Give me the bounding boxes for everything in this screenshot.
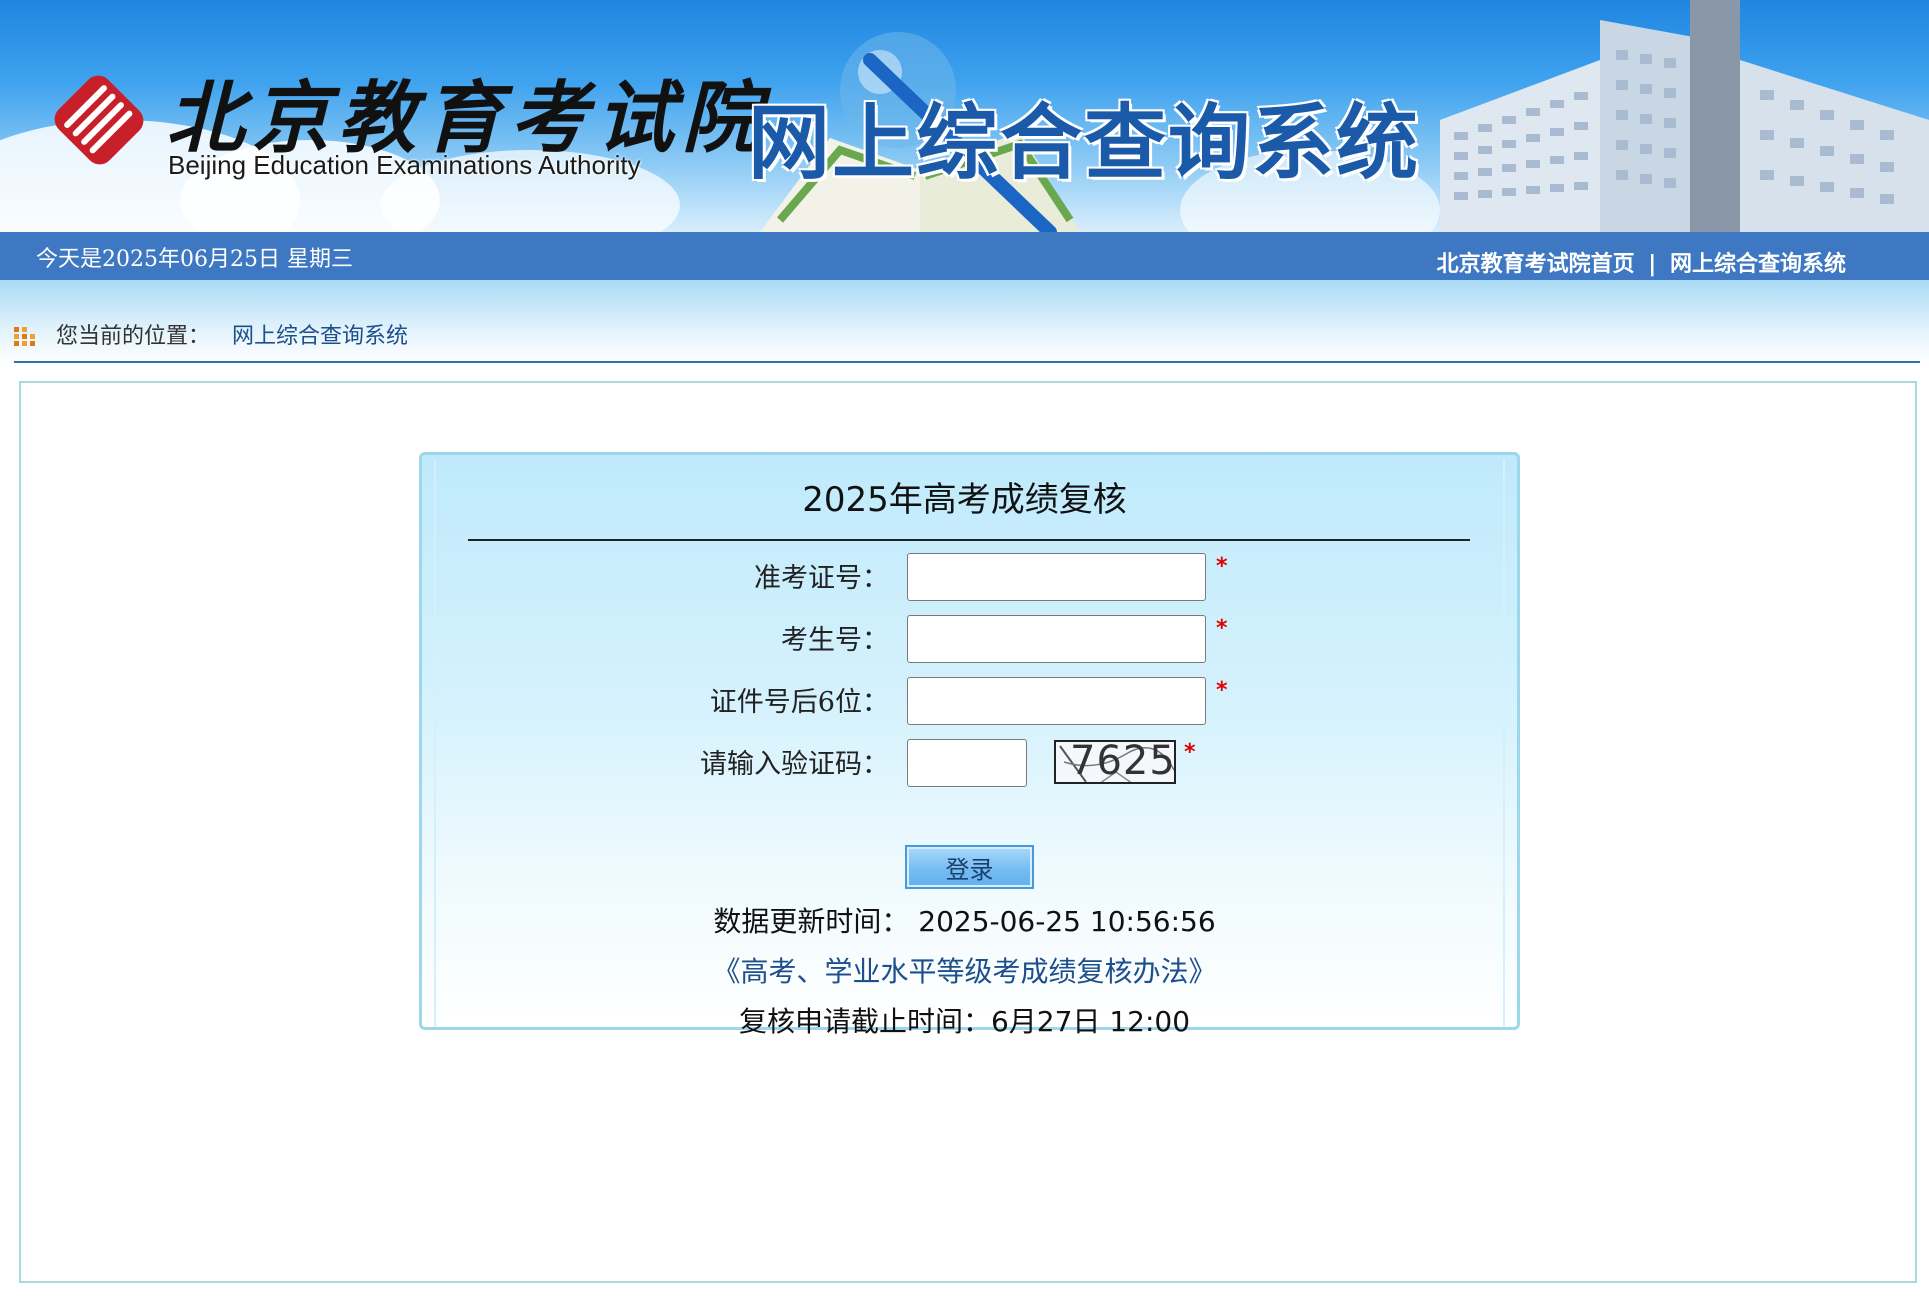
id-last6-label: 证件号后6位： [709,687,889,718]
breadcrumb-label: 您当前的位置： [56,324,211,349]
required-marker: * [1184,740,1196,765]
captcha-image[interactable]: 7625 [1054,740,1176,784]
admission-ticket-input[interactable] [907,553,1206,601]
policy-link[interactable]: 《高考、学业水平等级考成绩复核办法》 [0,950,1929,990]
breadcrumb: 您当前的位置： 网上综合查询系统 [0,280,1929,364]
captcha-input[interactable] [907,739,1027,787]
captcha-text: 7625 [1070,740,1176,784]
building-illustration-icon [1440,0,1929,232]
admission-ticket-label: 准考证号： [754,563,889,594]
review-deadline: 复核申请截止时间：6月27日 12:00 [738,1005,1191,1038]
candidate-number-input[interactable] [907,615,1206,663]
logo-emblem-icon [54,75,144,165]
data-update-time: 数据更新时间： 2025-06-25 10:56:56 [713,905,1216,938]
required-marker: * [1216,554,1228,579]
nav-link-system[interactable]: 网上综合查询系统 [1670,252,1846,277]
nav-separator: | [1648,252,1657,277]
required-marker: * [1216,616,1228,641]
top-navbar: 今天是2025年06月25日 星期三 北京教育考试院首页 | 网上综合查询系统 [0,232,1929,280]
breadcrumb-grid-icon [14,327,36,347]
system-title: 网上综合查询系统 [748,96,1421,191]
form-title: 2025年高考成绩复核 [802,480,1127,520]
captcha-label: 请输入验证码： [700,749,889,780]
title-divider [468,539,1470,541]
breadcrumb-current[interactable]: 网上综合查询系统 [232,324,408,349]
current-date-text: 今天是2025年06月25日 星期三 [36,247,353,272]
candidate-number-label: 考生号： [781,625,889,656]
login-button[interactable]: 登录 [905,845,1034,889]
required-marker: * [1216,678,1228,703]
logo-english-name: Beijing Education Examinations Authority [168,150,641,180]
breadcrumb-divider [14,361,1920,363]
nav-links: 北京教育考试院首页 | 网上综合查询系统 [1437,246,1846,278]
header-banner: 北京教育考试院 Beijing Education Examinations A… [0,0,1929,232]
id-last6-input[interactable] [907,677,1206,725]
nav-link-home[interactable]: 北京教育考试院首页 [1437,252,1635,277]
breadcrumb-text: 您当前的位置： 网上综合查询系统 [56,318,408,350]
